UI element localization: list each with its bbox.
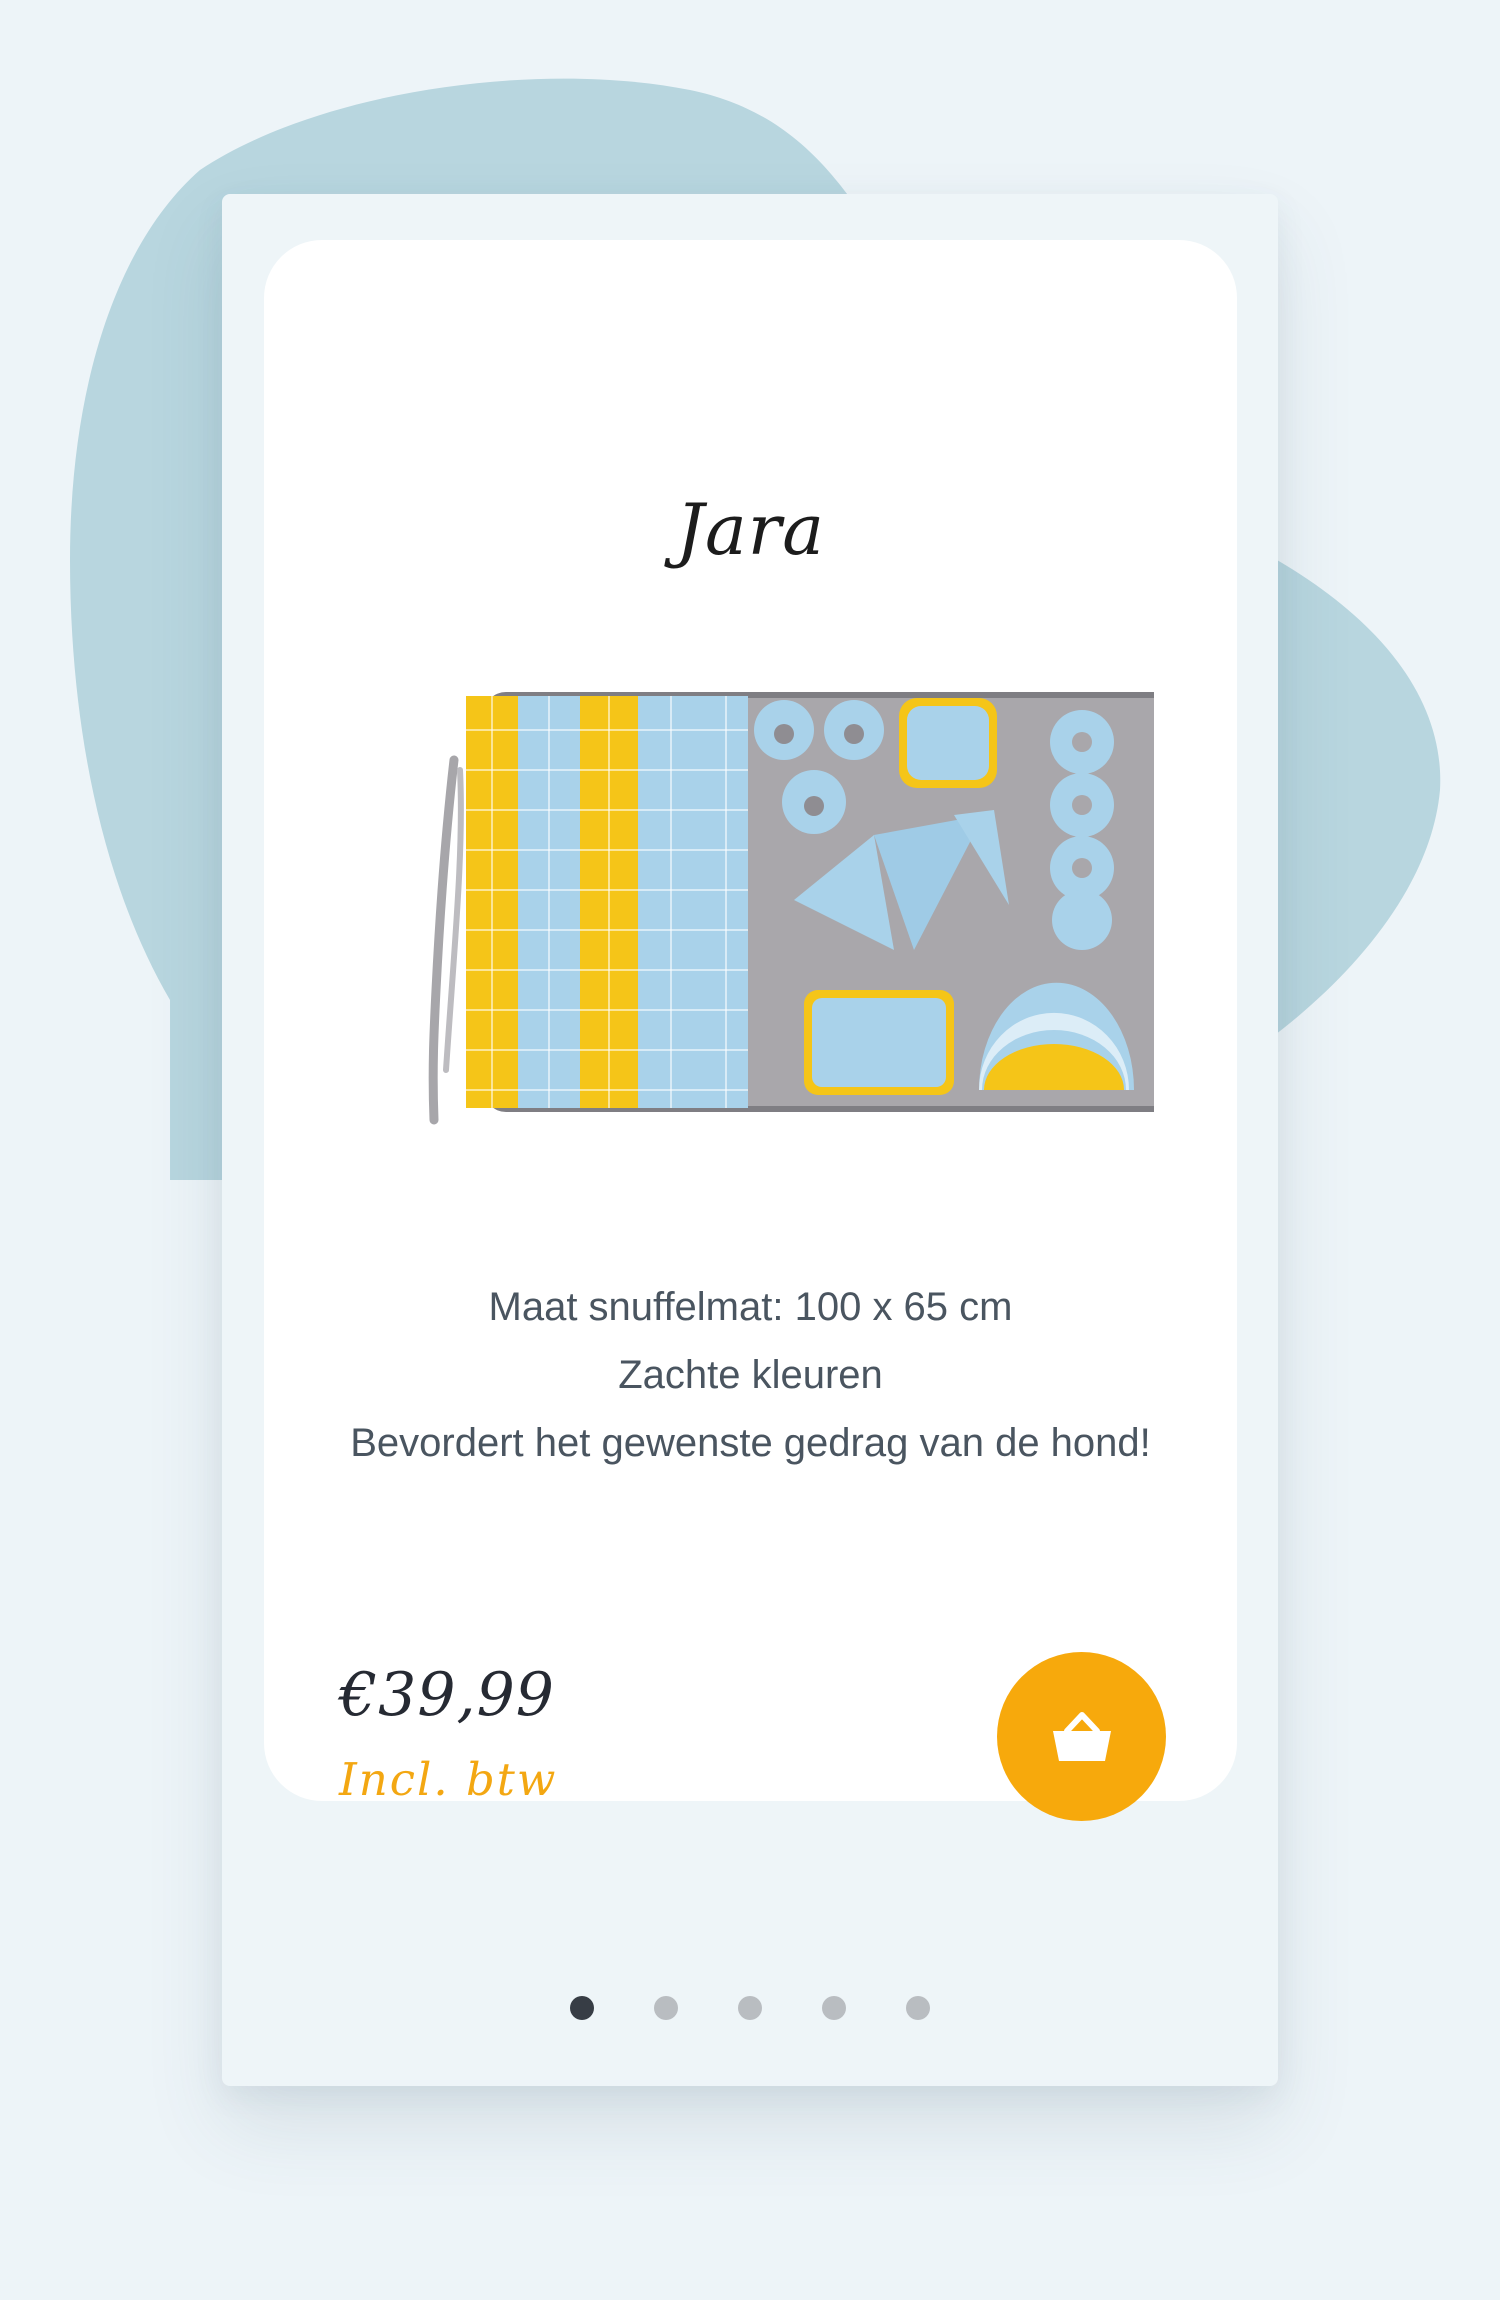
product-carousel: Jara Maat snuffelmat: 100 x 65 cm Zachte… <box>222 194 1278 2086</box>
carousel-dot-3[interactable] <box>738 1996 762 2020</box>
product-price: €39,99 <box>339 1660 555 1730</box>
snuffle-mat-image <box>428 692 1154 1125</box>
description-line: Maat snuffelmat: 100 x 65 cm <box>488 1285 1013 1329</box>
carousel-dot-2[interactable] <box>654 1996 678 2020</box>
vat-note: Incl. btw <box>339 1753 558 1806</box>
description-line: Zachte kleuren <box>618 1353 883 1397</box>
product-description: Maat snuffelmat: 100 x 65 cm Zachte kleu… <box>344 1273 1157 1477</box>
carousel-dot-4[interactable] <box>822 1996 846 2020</box>
product-card[interactable]: Jara Maat snuffelmat: 100 x 65 cm Zachte… <box>264 240 1237 1821</box>
product-title: Jara <box>676 489 825 571</box>
carousel-dot-5[interactable] <box>906 1996 930 2020</box>
add-to-cart-button[interactable] <box>997 1652 1166 1821</box>
carousel-pagination <box>222 1994 1278 2022</box>
description-line: Bevordert het gewenste gedrag van de hon… <box>350 1421 1151 1465</box>
basket-icon <box>1052 1711 1111 1761</box>
carousel-dot-1[interactable] <box>570 1996 594 2020</box>
